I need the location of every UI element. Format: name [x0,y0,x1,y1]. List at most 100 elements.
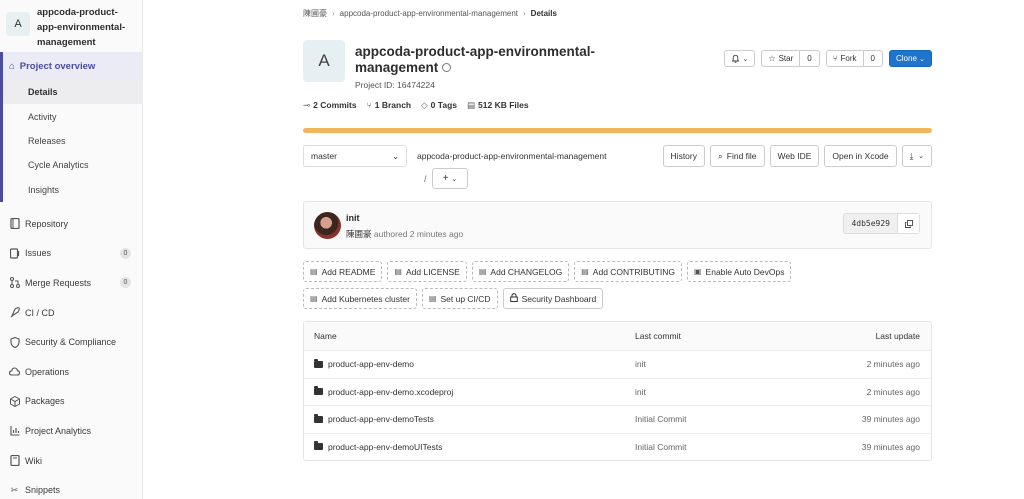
commit-sha-group: 4db5e929 [843,213,920,234]
chevron-down-icon: ⌄ [392,151,399,161]
commit-author-avatar[interactable] [314,212,341,239]
star-label: Star [778,54,794,63]
add-kubernetes-cluster-button[interactable]: ▤ Add Kubernetes cluster [303,288,417,309]
breadcrumb-project[interactable]: appcoda-product-app-environmental-manage… [340,9,518,18]
chevron-down-icon: ⌄ [742,55,749,63]
sidebar-item-merge-requests[interactable]: Merge Requests 0 [0,268,142,298]
file-last-commit[interactable]: init [635,359,646,369]
sidebar-item-label: Merge Requests [25,277,92,288]
sidebar-item-project-overview[interactable]: ⌂ Project overview [0,52,142,80]
repository-path-root[interactable]: appcoda-product-app-environmental-manage… [417,151,606,161]
sidebar-item-repository[interactable]: Repository [0,209,142,239]
security-dashboard-button[interactable]: Security Dashboard [502,288,604,309]
commits-stat[interactable]: ⊸ 2 Commits [303,100,357,111]
tags-stat[interactable]: ◇ 0 Tags [421,100,457,111]
globe-icon [442,63,452,72]
sidebar-item-snippets[interactable]: ✂ Snippets [0,475,142,499]
file-name[interactable]: product-app-env-demo.xcodeproj [328,387,453,397]
enable-auto-devops-button[interactable]: ▣ Enable Auto DevOps [686,261,792,282]
sidebar-subitem-cycle-analytics[interactable]: Cycle Analytics [0,153,142,178]
lock-icon [509,293,518,304]
add-changelog-button[interactable]: ▤ Add CHANGELOG [471,261,570,282]
project-avatar[interactable]: A [6,12,30,36]
open-in-xcode-button[interactable]: Open in Xcode [824,145,897,167]
chevron-down-icon: ⌄ [919,55,925,63]
add-contributing-button[interactable]: ▤ Add CONTRIBUTING [574,261,682,282]
star-button[interactable]: ☆ Star 0 [761,50,820,67]
file-last-update: 39 minutes ago [861,414,920,425]
sidebar-subitem-details[interactable]: Details [0,80,142,105]
download-icon: ⤓ [909,150,914,161]
sidebar-subitem-releases[interactable]: Releases [0,128,142,154]
sidebar-item-project-analytics[interactable]: Project Analytics [0,416,142,446]
add-to-tree-dropdown[interactable]: + ⌄ [432,168,468,189]
sidebar-item-wiki[interactable]: Wiki [0,446,142,476]
branches-stat[interactable]: ⑂ 1 Branch [367,100,412,111]
sidebar-item-label: Issues [25,248,52,259]
commit-title[interactable]: init [346,213,360,223]
sidebar: A appcoda-product-app-environmental-mana… [0,0,143,499]
file-name[interactable]: product-app-env-demoTests [328,414,434,424]
search-icon: ⌕ [718,150,723,161]
sidebar-subitem-activity[interactable]: Activity [0,104,142,129]
commit-icon: ⊸ [303,100,311,110]
notification-dropdown[interactable]: ⌄ [724,50,756,67]
sidebar-item-security-compliance[interactable]: Security & Compliance [0,327,142,357]
table-row[interactable]: product-app-env-demo.xcodeproj init 2 mi… [304,377,931,406]
chevron-right-icon: › [332,9,335,18]
project-id: Project ID: 16474224 [355,80,435,90]
download-dropdown[interactable]: ⤓ ⌄ [901,145,932,167]
sidebar-item-operations[interactable]: Operations [0,357,142,387]
table-row[interactable]: product-app-env-demoUITests Initial Comm… [304,432,931,461]
chart-icon [9,425,20,436]
sidebar-subitem-insights[interactable]: Insights [0,177,142,202]
book-icon [9,218,20,230]
star-count[interactable]: 0 [799,51,818,66]
tag-icon: ◇ [421,100,428,110]
web-ide-button[interactable]: Web IDE [769,145,820,167]
file-last-commit[interactable]: init [635,387,646,397]
branch-selector[interactable]: master ⌄ [303,145,407,167]
table-header-row: Name Last commit Last update [304,322,931,350]
scissors-icon: ✂ [10,484,19,495]
fork-button[interactable]: ⑂ Fork 0 [825,50,883,67]
project-suggestions: ▤ Add README ▤ Add LICENSE ▤ Add CHANGELOG … [303,261,932,315]
commit-sha[interactable]: 4db5e929 [844,219,897,228]
file-name[interactable]: product-app-env-demo [328,359,414,369]
sidebar-item-label: CI / CD [25,307,55,318]
file-name[interactable]: product-app-env-demoUITests [328,442,442,452]
chevron-down-icon: ⌄ [451,175,458,183]
history-button[interactable]: History [662,145,705,167]
commit-author[interactable]: 陳圃豪 [346,229,372,239]
sidebar-item-label: Snippets [25,485,61,496]
sidebar-item-label: Wiki [25,455,42,466]
add-license-button[interactable]: ▤ Add LICENSE [387,261,467,282]
rocket-icon [9,307,20,318]
sidebar-item-issues[interactable]: Issues 0 [0,239,142,269]
sidebar-project-header[interactable]: A appcoda-product-app-environmental-mana… [0,0,142,52]
table-row[interactable]: product-app-env-demoTests Initial Commit… [304,405,931,433]
file-last-commit[interactable]: Initial Commit [635,442,686,452]
breadcrumb: 陳圃豪 › appcoda-product-app-environmental-ma… [303,8,557,19]
fork-count[interactable]: 0 [862,51,882,66]
file-icon: ▤ [581,267,589,276]
copy-icon[interactable] [897,214,919,233]
sidebar-item-ci-cd[interactable]: CI / CD [0,298,142,328]
last-commit-panel: init 陳圃豪 authored 2 minutes ago 4db5e929 [303,201,932,249]
file-icon: ▤ [310,267,318,276]
fork-icon: ⑂ [832,54,838,63]
sidebar-item-packages[interactable]: Packages [0,387,142,417]
files-stat[interactable]: ▤ 512 KB Files [467,100,529,111]
language-bar-segment [303,128,932,133]
table-row[interactable]: product-app-env-demo init 2 minutes ago [304,350,931,378]
find-file-button[interactable]: ⌕ Find file [710,145,765,167]
set-up-ci-cd-button[interactable]: ▤ Set up CI/CD [421,288,498,309]
tree-controls: master ⌄ appcoda-product-app-environment… [303,145,932,190]
clone-button[interactable]: Clone ⌄ [888,50,932,67]
sidebar-project-title[interactable]: appcoda-product-app-environmental-manage… [37,5,136,50]
file-last-commit[interactable]: Initial Commit [635,414,686,424]
breadcrumb-current[interactable]: Details [531,9,557,18]
add-readme-button[interactable]: ▤ Add README [303,261,383,282]
project-avatar-large: A [303,40,345,82]
breadcrumb-user[interactable]: 陳圃豪 [303,9,327,18]
